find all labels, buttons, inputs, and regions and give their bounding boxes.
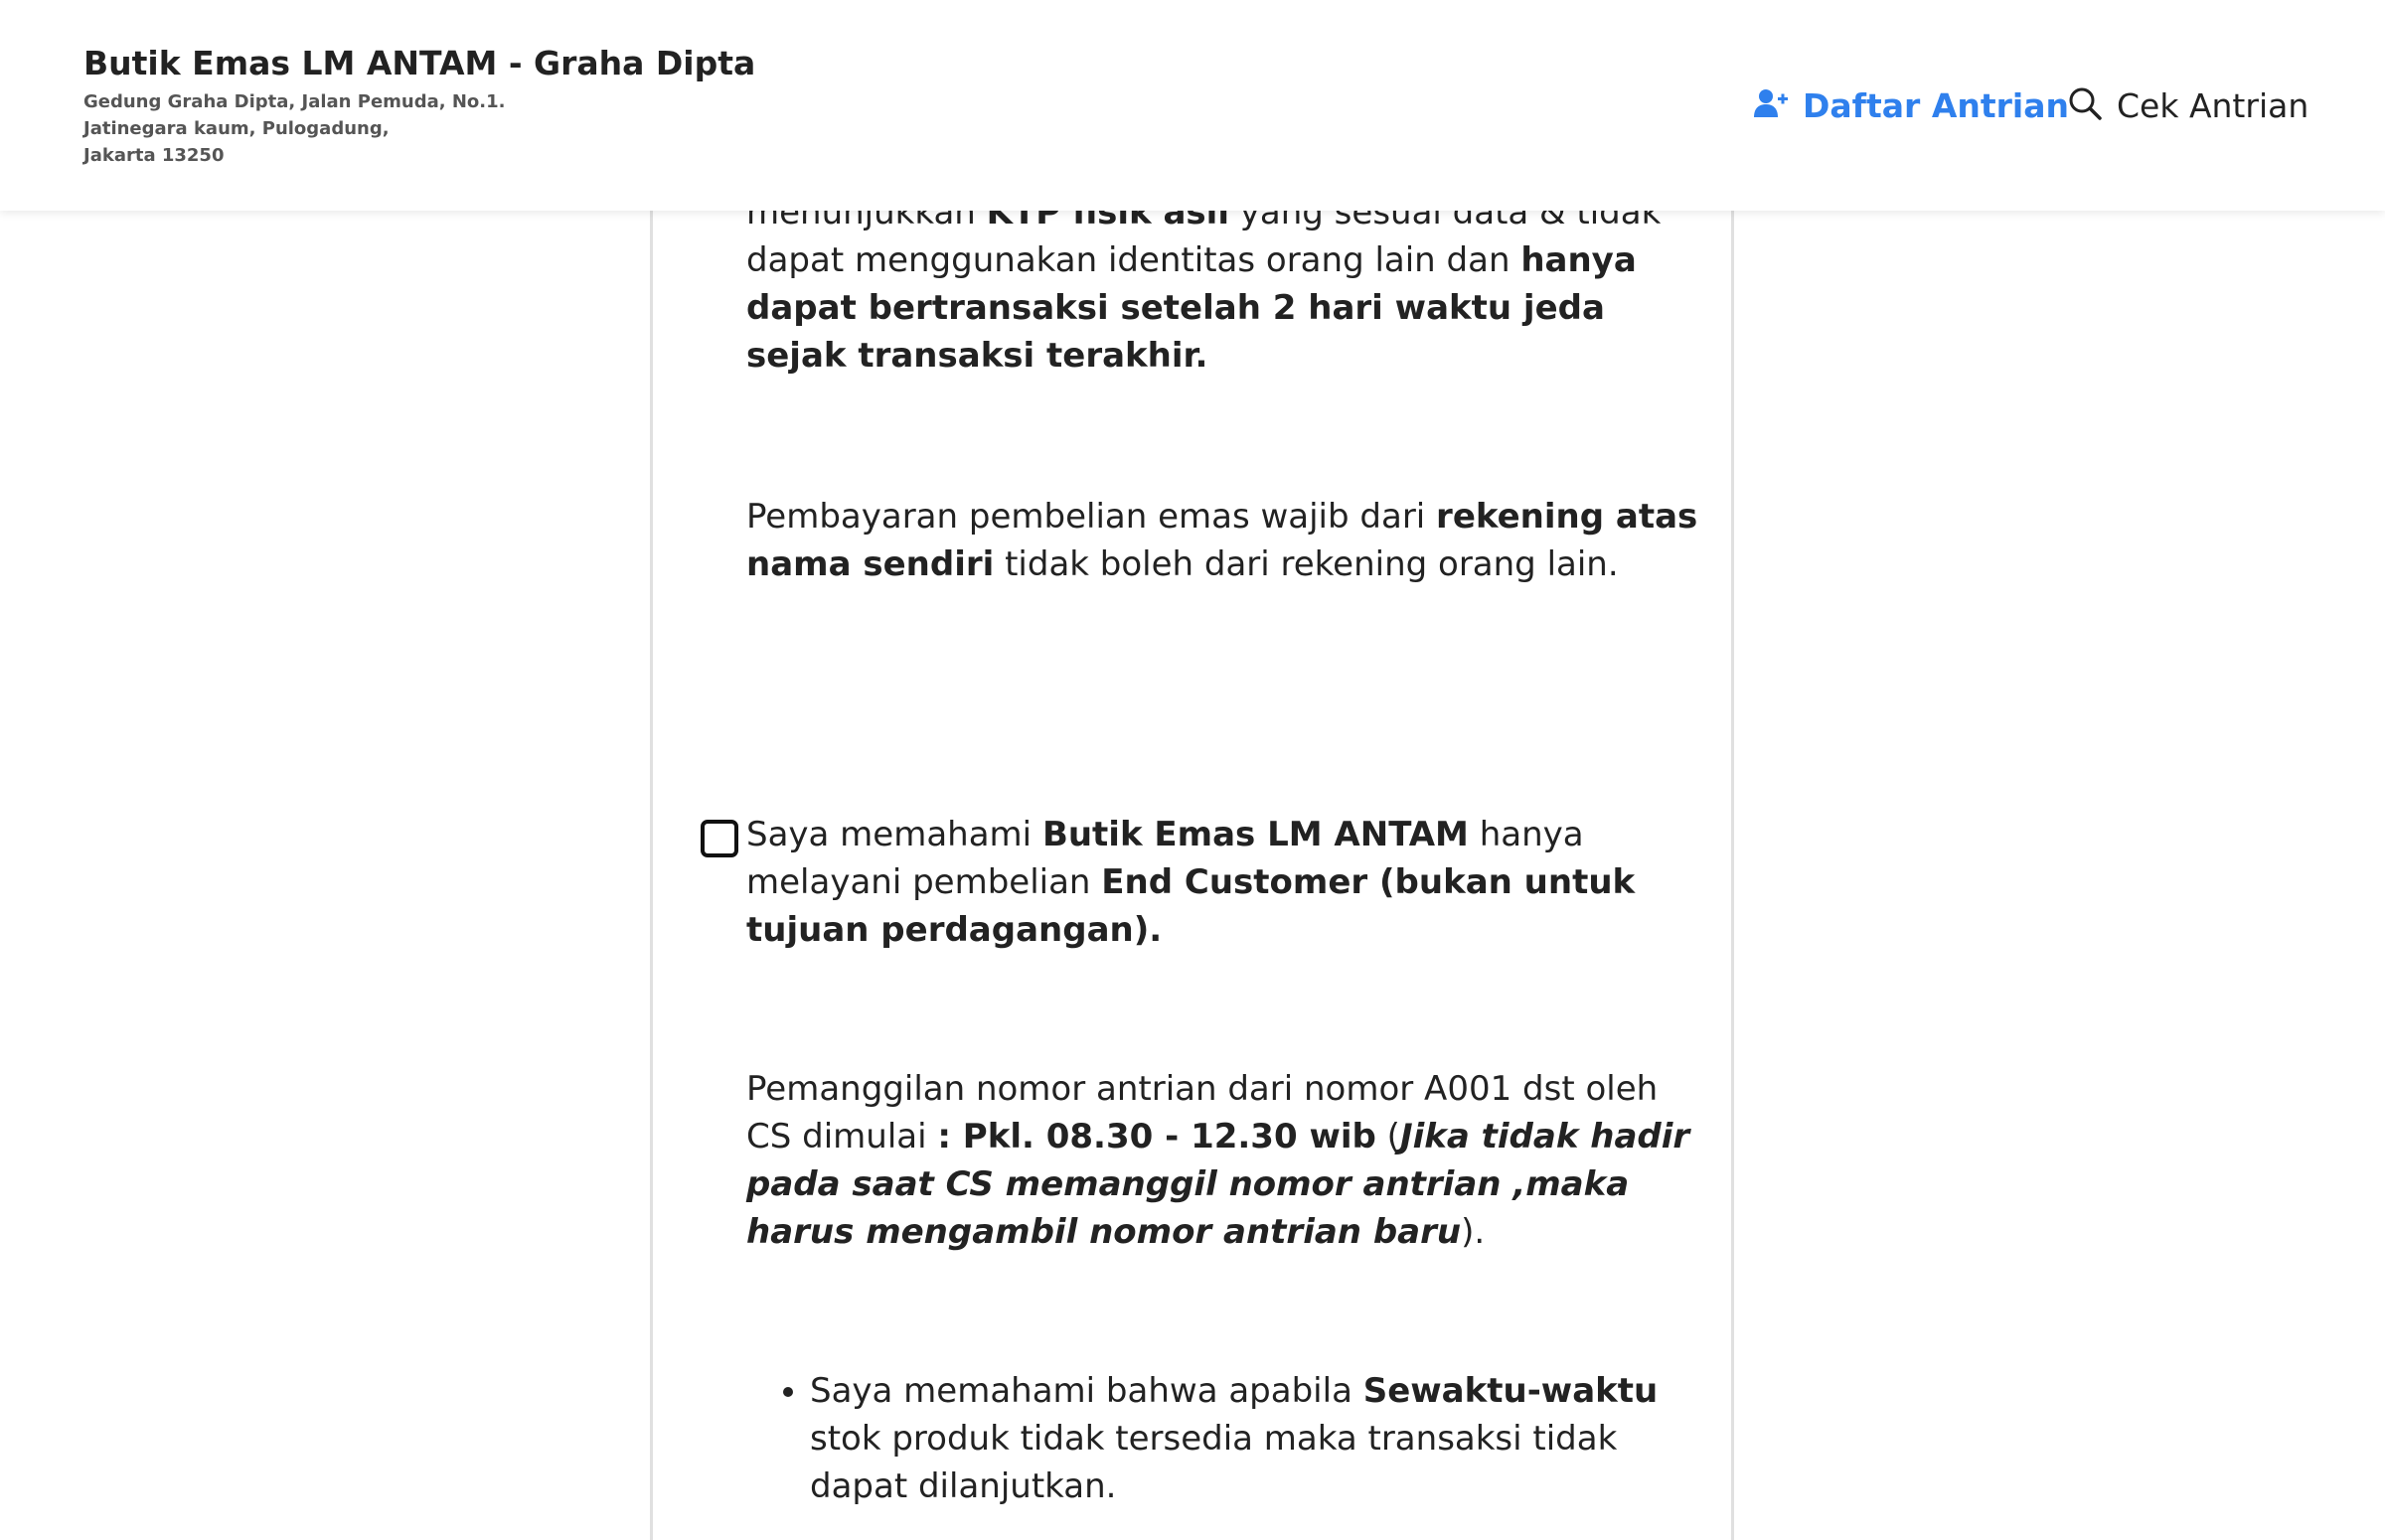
payment-requirement-text: Pembayaran pembelian emas wajib dari rek… — [746, 493, 1700, 588]
text-segment: ( — [1375, 1117, 1400, 1156]
queue-call-info-text: Pemanggilan nomor antrian dari nomor A00… — [746, 1065, 1700, 1256]
address-line-3: Jakarta 13250 — [83, 145, 225, 166]
store-name: Butik Emas LM ANTAM - Graha Dipta — [83, 44, 756, 82]
text-segment: tidak boleh dari rekening orang lain. — [994, 544, 1619, 584]
ktp-requirement-text: menunjukkan KTP fisik asli yang sesuai d… — [746, 189, 1700, 380]
address-line-2: Jatinegara kaum, Pulogadung, — [83, 118, 390, 139]
address-line-1: Gedung Graha Dipta, Jalan Pemuda, No.1. — [83, 91, 506, 112]
list-item: Saya memahami bahwa apabila Sewaktu-wakt… — [810, 1367, 1700, 1510]
text-segment: Saya memahami bahwa apabila — [810, 1371, 1363, 1411]
search-icon — [2067, 85, 2103, 125]
agreement-checkbox[interactable] — [701, 820, 738, 857]
text-segment: stok produk tidak tersedia maka transaks… — [810, 1419, 1618, 1506]
text-segment: Pembayaran pembelian emas wajib dari — [746, 497, 1437, 537]
check-queue-label: Cek Antrian — [2117, 85, 2309, 125]
text-segment: Saya memahami — [746, 815, 1042, 854]
top-header: Butik Emas LM ANTAM - Graha Dipta Gedung… — [0, 0, 2385, 211]
text-segment: ). — [1461, 1212, 1486, 1252]
register-queue-link[interactable]: Daftar Antrian — [1753, 83, 2069, 127]
bold-segment: : Pkl. 08.30 - 12.30 wib — [937, 1117, 1376, 1156]
register-queue-label: Daftar Antrian — [1803, 85, 2069, 125]
bold-segment: Butik Emas LM ANTAM — [1041, 815, 1469, 854]
terms-bullet-list: Saya memahami bahwa apabila Sewaktu-wakt… — [746, 1367, 1700, 1510]
agreement-label[interactable]: Saya memahami Butik Emas LM ANTAM hanya … — [746, 811, 1700, 954]
check-queue-link[interactable]: Cek Antrian — [2067, 83, 2308, 127]
bold-segment: Sewaktu-waktu — [1362, 1371, 1659, 1411]
user-plus-icon — [1753, 87, 1789, 123]
